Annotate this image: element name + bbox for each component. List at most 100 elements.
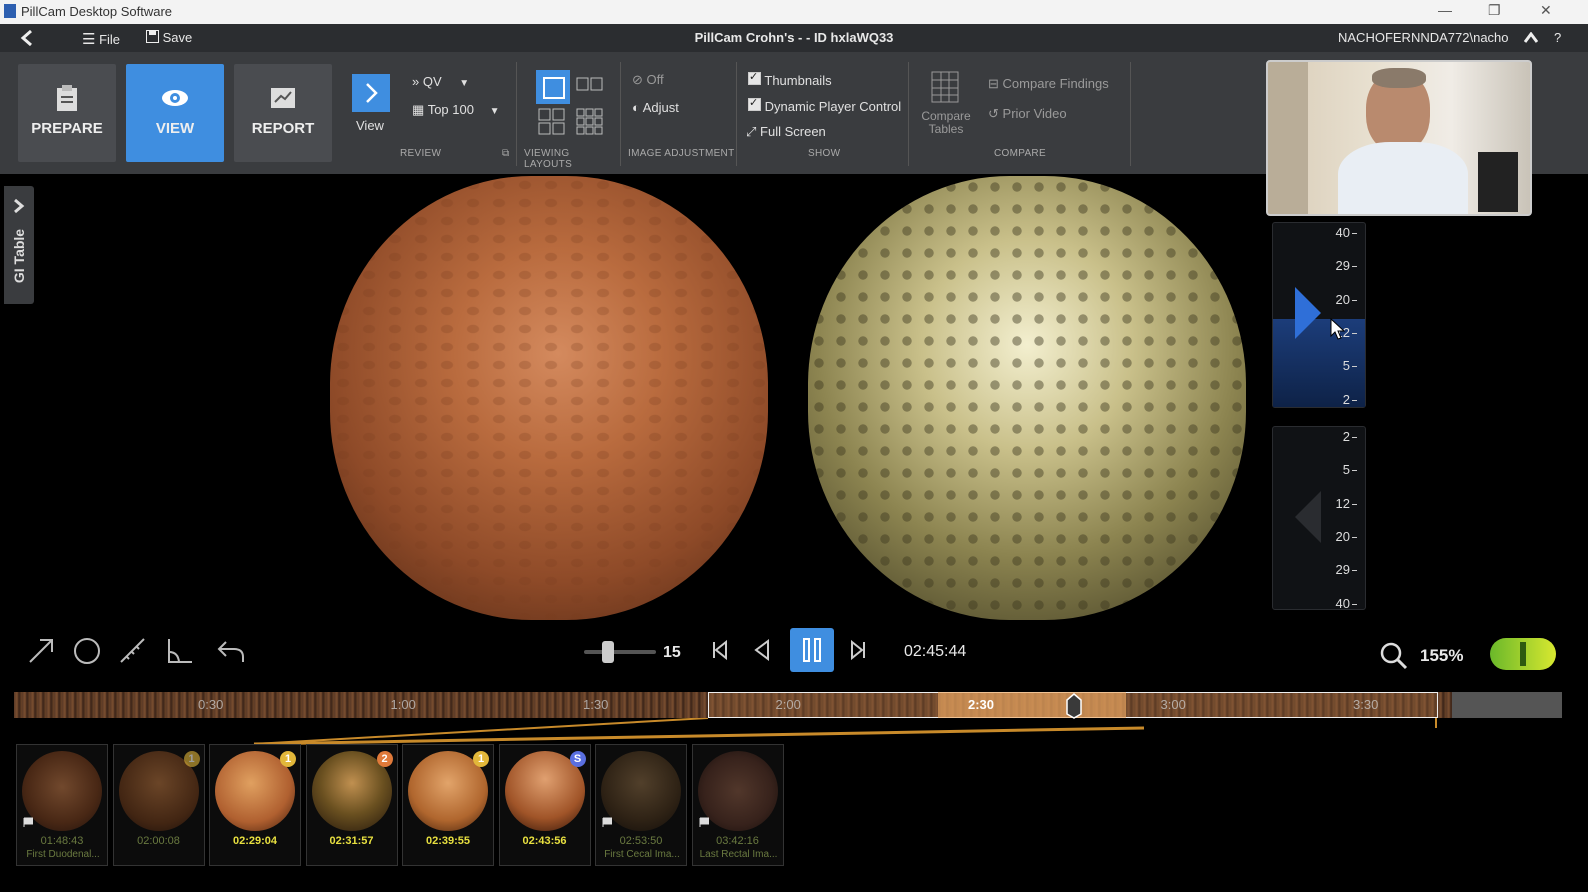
close-button[interactable]: ✕ (1540, 2, 1552, 19)
prior-video-label: Prior Video (1002, 106, 1067, 121)
speed-slider[interactable] (584, 641, 656, 663)
expand-icon: ⤢ (746, 124, 757, 139)
single-layout-button[interactable] (536, 70, 570, 104)
dropdown-arrow-icon: ▼ (459, 78, 470, 89)
step-forward-icon[interactable] (844, 636, 872, 664)
timeline-label: 3:00 (1160, 697, 1186, 712)
thumbnail-caption: First Duodenal... (26, 849, 100, 860)
thumbnail-item[interactable]: 01:48:43 First Duodenal... (16, 744, 108, 866)
finding-count-badge: 1 (183, 751, 200, 767)
viewing-layouts-group-label: VIEWING LAYOUTS (524, 148, 573, 170)
capsule-icon[interactable] (1490, 638, 1556, 670)
step-back-icon[interactable] (706, 636, 734, 664)
finding-count-badge: 1 (473, 751, 489, 767)
timeline-label: 2:00 (775, 697, 801, 712)
ruler-tool-icon[interactable] (116, 634, 150, 668)
capsule-image-left[interactable] (330, 176, 768, 620)
save-label: Save (162, 30, 193, 45)
dynamic-player-control-checkbox[interactable]: Dynamic Player Control (748, 96, 901, 114)
chevron-left-icon[interactable] (20, 30, 34, 46)
timeline-marker-icon[interactable] (1064, 692, 1084, 720)
chevron-up-icon[interactable] (1524, 32, 1538, 44)
thumbnail-item[interactable]: 02:53:50 First Cecal Ima... (595, 744, 687, 866)
no-adjust-icon: ⊘ (632, 72, 643, 87)
window-title-bar: PillCam Desktop Software — ❐ ✕ (0, 0, 1588, 24)
timeline-unused-region (1452, 692, 1562, 718)
speed-slider-thumb[interactable] (602, 641, 614, 663)
minimize-button[interactable]: — (1438, 2, 1452, 18)
thumbnail-timestamp: 02:00:08 (137, 835, 180, 847)
thumbnail-timestamp: 02:29:04 (232, 835, 278, 847)
speed-value: 15 (663, 644, 681, 661)
show-group: Thumbnails Dynamic Player Control ⤢ Full… (738, 62, 909, 166)
thumbnail-image (22, 751, 102, 831)
adjust-off-button[interactable]: ⊘ Off (632, 72, 664, 88)
forward-speed-gauge[interactable]: 40 29 20 12 5 2 (1272, 222, 1366, 408)
circle-tool-icon[interactable] (70, 634, 104, 668)
thumbnail-item[interactable]: S 02:43:56 (498, 744, 591, 866)
restore-button[interactable]: ❐ (1488, 2, 1501, 19)
timeline-bar[interactable]: 0:30 1:00 1:30 2:00 2:30 3:00 3:30 (14, 692, 1562, 720)
user-name: NACHOFERNNDA772\nacho (1338, 30, 1509, 45)
thumbnail-item[interactable]: 03:42:16 Last Rectal Ima... (691, 744, 784, 866)
thumbnail-image (601, 751, 681, 831)
dual-layout-icon[interactable] (576, 76, 604, 94)
thumbnail-caption: Last Rectal Ima... (699, 849, 778, 860)
undo-icon[interactable] (214, 634, 248, 668)
dialog-launcher-icon[interactable]: ⧉ (502, 148, 509, 159)
finding-count-badge: S (569, 751, 586, 767)
reverse-speed-gauge[interactable]: 2 5 12 20 29 40 (1272, 426, 1366, 611)
quad-layout-icon[interactable] (538, 108, 566, 136)
checkbox-checked-icon (748, 96, 761, 111)
pause-button[interactable] (790, 628, 834, 672)
fast-forward-icon: » (412, 74, 420, 89)
webcam-video-overlay (1266, 60, 1532, 216)
dropdown-arrow-icon: ▼ (489, 106, 500, 117)
arrow-tool-icon[interactable] (24, 634, 58, 668)
multi-layout-icon[interactable] (576, 108, 604, 136)
play-backward-icon[interactable] (748, 636, 776, 664)
chevron-right-icon (14, 198, 25, 214)
report-mode-button[interactable]: REPORT (234, 64, 332, 162)
view-label: VIEW (155, 120, 195, 137)
review-group-label: REVIEW (400, 148, 442, 159)
thumbnail-item[interactable]: 1 02:00:08 (112, 744, 205, 866)
prior-video-button[interactable]: ↺ Prior Video (988, 106, 1067, 122)
file-menu[interactable]: ☰ File (82, 30, 120, 48)
image-adjustment-group-label: IMAGE ADJUSTMENT (628, 148, 735, 159)
qv-dropdown[interactable]: » QV ▼ (412, 74, 469, 89)
speed-tick: 20 (1336, 529, 1357, 544)
report-icon (271, 88, 295, 108)
thumbnails-checkbox[interactable]: Thumbnails (748, 70, 832, 88)
mucosa-texture (330, 176, 768, 620)
landmark-flag-icon (23, 817, 33, 827)
magnifier-icon[interactable] (1378, 640, 1408, 670)
pause-icon (803, 638, 821, 662)
thumbnail-item[interactable]: 1 02:29:04 (209, 744, 301, 866)
gi-table-label: GI Table (11, 228, 27, 284)
view-mode-button[interactable]: VIEW (126, 64, 224, 162)
table-icon[interactable] (930, 70, 960, 104)
landmark-flag-icon (699, 817, 709, 827)
speed-tick: 5 (1343, 358, 1357, 373)
thumbnail-item[interactable]: 2 02:31:57 (305, 744, 398, 866)
thumbnail-timestamp: 02:39:55 (425, 835, 471, 847)
compare-tables-label[interactable]: Compare Tables (916, 110, 976, 136)
full-screen-button[interactable]: ⤢ Full Screen (746, 124, 826, 140)
help-button[interactable]: ? (1554, 30, 1561, 45)
thumbnail-item[interactable]: 1 02:39:55 (402, 744, 494, 866)
thumbnail-timestamp: 02:31:57 (329, 835, 374, 847)
save-button[interactable]: Save (146, 30, 192, 45)
current-time: 02:45:44 (904, 643, 967, 660)
view-review-button[interactable] (352, 74, 390, 112)
adjust-button[interactable]: ◐ Adjust (632, 100, 679, 115)
top100-dropdown[interactable]: ▦ Top 100 ▼ (412, 102, 499, 118)
speed-tick: 40 (1336, 225, 1357, 240)
gi-table-tab[interactable]: GI Table (4, 186, 34, 304)
capsule-image-right[interactable] (808, 176, 1246, 620)
compare-findings-button[interactable]: ⊟ Compare Findings (988, 76, 1109, 92)
prepare-mode-button[interactable]: PREPARE (18, 64, 116, 162)
angle-tool-icon[interactable] (162, 634, 196, 668)
off-label: Off (646, 72, 664, 87)
clipboard-icon (57, 85, 77, 111)
